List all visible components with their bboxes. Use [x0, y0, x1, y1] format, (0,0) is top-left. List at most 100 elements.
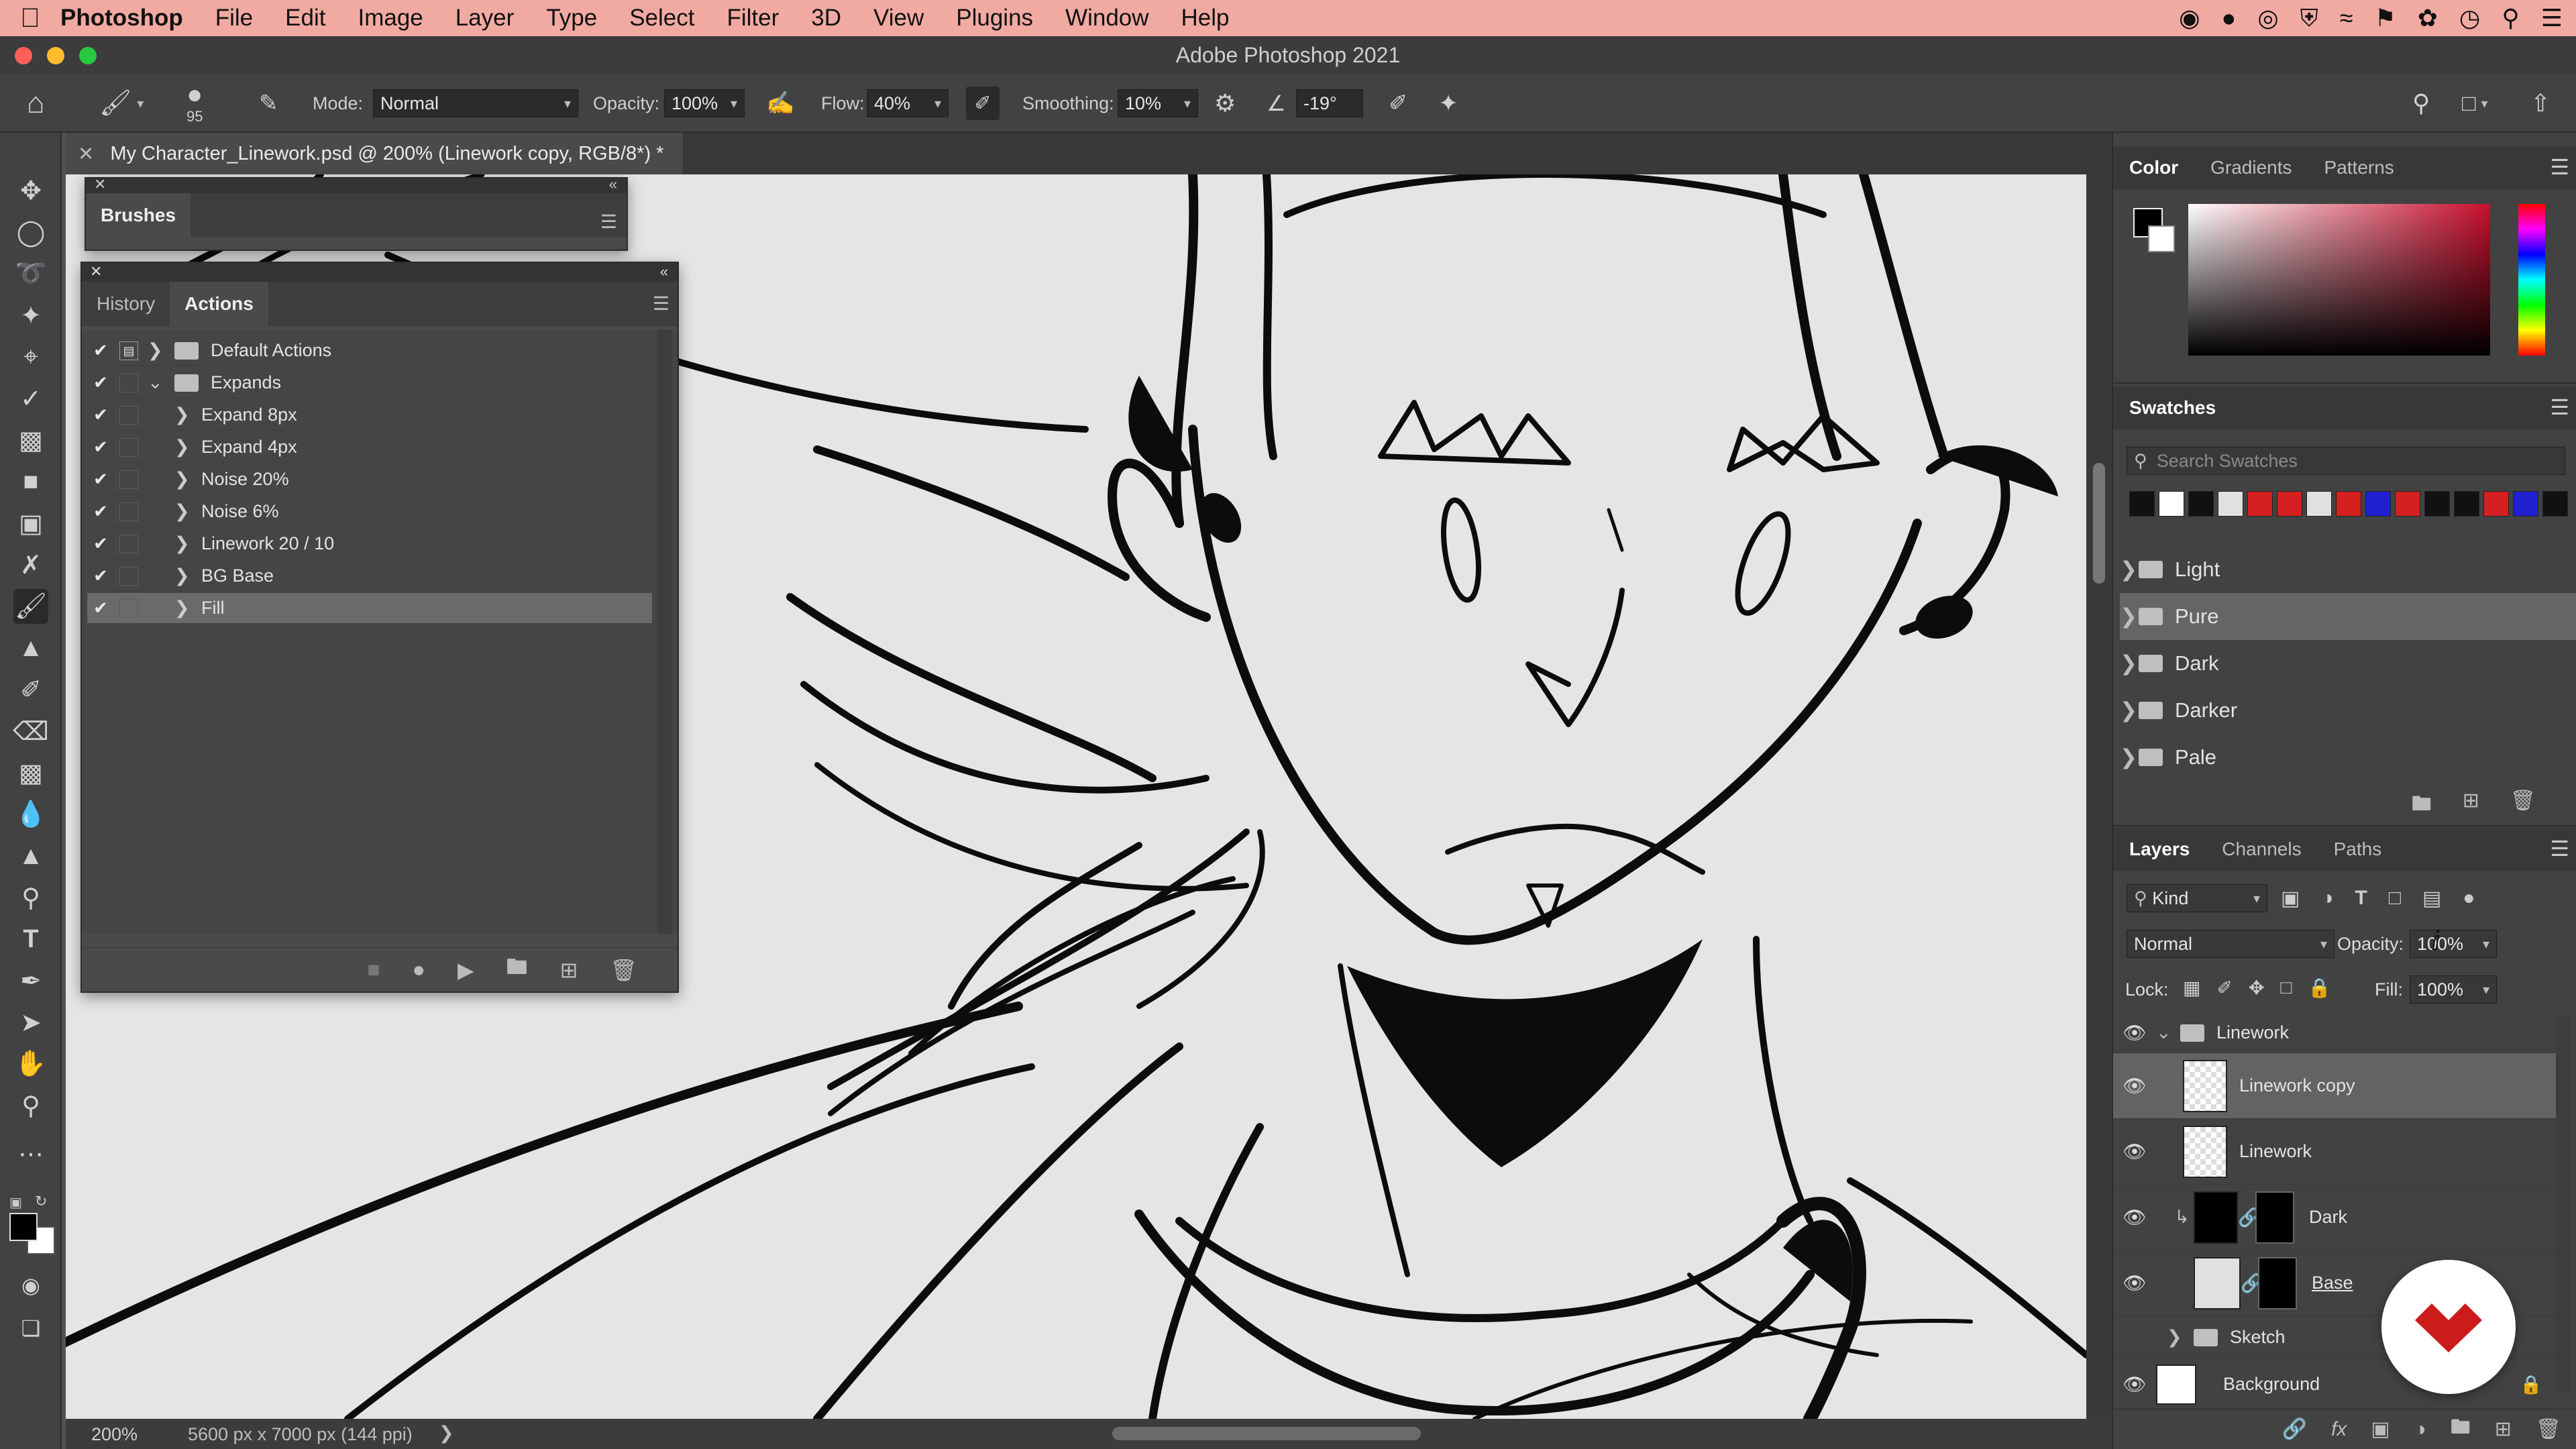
color-swatch[interactable] — [2513, 491, 2538, 517]
airbrush-icon[interactable]: ✐ — [966, 87, 1000, 120]
tab-patterns[interactable]: Patterns — [2308, 157, 2410, 178]
color-swatch[interactable] — [2188, 491, 2214, 517]
actions-panel-menu-icon[interactable]: ☰ — [653, 292, 669, 315]
blur-tool-icon[interactable]: 💧 — [13, 797, 48, 832]
toggle-checkmark-icon[interactable]: ✔ — [87, 566, 114, 586]
screen-mode-icon[interactable]: ❏ — [13, 1311, 48, 1346]
menu-layer[interactable]: Layer — [455, 5, 515, 32]
menu-select[interactable]: Select — [629, 5, 694, 32]
more-tools-icon[interactable]: ⋯ — [13, 1136, 48, 1171]
swatch-group-pale[interactable]: ❯ Pale — [2120, 734, 2576, 781]
clock-icon[interactable]: ◷ — [2459, 4, 2480, 32]
tab-brushes[interactable]: Brushes — [86, 193, 191, 237]
eye-icon[interactable]: 👁 — [2113, 1140, 2156, 1163]
pixel-filter-icon[interactable]: ▣ — [2281, 887, 2300, 910]
mode-select[interactable]: Normal ▾ — [373, 89, 578, 117]
vertical-scroll-thumb[interactable] — [2093, 463, 2105, 584]
swap-colors-icon[interactable]: ↻ — [35, 1193, 47, 1210]
blend-mode-select[interactable]: Normal ▾ — [2127, 930, 2334, 958]
tab-paths[interactable]: Paths — [2318, 839, 2398, 860]
close-window-button[interactable] — [15, 47, 32, 64]
search-icon[interactable]: ⚲ — [2502, 4, 2519, 32]
fx-icon[interactable]: fx — [2331, 1418, 2347, 1441]
expand-chevron-icon[interactable]: ❯ — [174, 501, 201, 522]
menu-view[interactable]: View — [873, 5, 924, 32]
delete-layer-icon[interactable]: 🗑 — [2536, 1417, 2561, 1441]
lasso-tool-icon[interactable]: ➰ — [13, 256, 48, 291]
new-action-icon[interactable]: ⊞ — [560, 957, 578, 983]
search-icon[interactable]: ⚲ — [2412, 74, 2430, 133]
brush-tool-icon[interactable]: 🖌 — [13, 589, 48, 624]
layer-row-selected[interactable]: 👁 Linework copy — [2113, 1053, 2556, 1119]
color-swatch[interactable] — [2454, 491, 2479, 517]
new-layer-icon[interactable]: ⊞ — [2495, 1417, 2512, 1441]
shape-filter-icon[interactable]: □ — [2389, 887, 2401, 910]
chevron-right-icon[interactable]: ❯ — [2120, 745, 2139, 769]
chevron-right-icon[interactable]: ❯ — [2167, 1327, 2194, 1348]
dialog-toggle-icon[interactable] — [119, 437, 138, 457]
expand-chevron-icon[interactable]: ❯ — [174, 405, 201, 425]
eye-icon[interactable]: 👁 — [2113, 1373, 2156, 1395]
color-swatch[interactable] — [2129, 491, 2155, 517]
close-document-icon[interactable]: ✕ — [78, 142, 94, 166]
zoom-tool-icon[interactable]: ⚲ — [13, 1088, 48, 1123]
menu-window[interactable]: Window — [1065, 5, 1148, 32]
action-row[interactable]: ✔ ❯ Noise 6% — [87, 496, 652, 527]
toggle-checkmark-icon[interactable]: ✔ — [87, 501, 114, 522]
filter-toggle-icon[interactable]: ● — [2463, 887, 2475, 910]
color-swatch[interactable] — [2336, 491, 2361, 517]
angle-field[interactable]: -19° — [1296, 89, 1363, 117]
eye-icon[interactable]: 👁 — [2113, 1022, 2156, 1044]
action-set-row[interactable]: ✔ ▤ ❯ Default Actions — [87, 335, 652, 366]
share-icon[interactable]: ⇧ — [2530, 74, 2551, 133]
dialog-toggle-icon[interactable] — [119, 566, 138, 586]
mail-icon[interactable]: ◎ — [2257, 4, 2278, 32]
stop-recording-icon[interactable]: ■ — [367, 957, 380, 982]
layer-opacity-field[interactable]: 100% ▾ — [2410, 930, 2497, 958]
action-set-row[interactable]: ✔ ⌄ Expands — [87, 368, 652, 398]
smart-object-filter-icon[interactable]: ▤ — [2422, 887, 2441, 910]
apple-icon[interactable]:  — [20, 3, 60, 34]
action-row-selected[interactable]: ✔ ❯ Fill — [87, 593, 652, 624]
cloud-sync-icon[interactable]: ● — [2222, 4, 2237, 32]
lock-position-icon[interactable]: ✥ — [2249, 977, 2264, 999]
color-field[interactable] — [2188, 204, 2490, 356]
chevron-right-icon[interactable]: ❯ — [2120, 698, 2139, 722]
action-row[interactable]: ✔ ❯ Expand 8px — [87, 400, 652, 431]
expand-chevron-down-icon[interactable]: ⌄ — [148, 372, 174, 393]
toggle-checkmark-icon[interactable]: ✔ — [87, 340, 114, 361]
dialog-toggle-icon[interactable] — [119, 502, 138, 521]
frame-tool-icon[interactable]: ▣ — [13, 506, 48, 541]
adjustment-filter-icon[interactable]: ◑ — [2321, 887, 2333, 910]
layer-mask-thumbnail[interactable] — [2258, 1256, 2297, 1309]
minimize-window-button[interactable] — [47, 47, 64, 64]
shield-icon[interactable]: ⛨ — [2300, 4, 2318, 33]
default-colors-icon[interactable]: ▣ — [9, 1194, 24, 1210]
dialog-toggle-icon[interactable]: ▤ — [119, 341, 138, 360]
pressure-opacity-icon[interactable]: ✍ — [766, 74, 794, 133]
swatch-group-pure[interactable]: ❯ Pure — [2120, 593, 2576, 640]
eyedropper-tool-icon[interactable]: ✓ — [13, 381, 48, 416]
action-row[interactable]: ✔ ❯ BG Base — [87, 561, 652, 592]
spot-healing-tool-icon[interactable]: ▩ — [13, 423, 48, 458]
sharpen-tool-icon[interactable]: ▲ — [13, 839, 48, 873]
flow-field[interactable]: 40% ▾ — [867, 89, 949, 117]
color-swatch[interactable] — [2424, 491, 2450, 517]
expand-chevron-icon[interactable]: ❯ — [174, 469, 201, 490]
brush-size-picker[interactable]: ● 95 — [186, 74, 203, 133]
expand-chevron-icon[interactable]: ❯ — [148, 340, 174, 361]
layer-mask-thumbnail[interactable] — [2255, 1191, 2294, 1244]
history-brush-tool-icon[interactable]: ✐ — [13, 672, 48, 707]
swatch-group-light[interactable]: ❯ Light — [2120, 546, 2576, 593]
close-actions-panel-icon[interactable]: ✕ — [90, 263, 102, 280]
menu-3d[interactable]: 3D — [811, 5, 841, 32]
color-swatch[interactable] — [2277, 491, 2302, 517]
horizontal-scroll-thumb[interactable] — [1112, 1427, 1421, 1440]
tab-color[interactable]: Color — [2113, 157, 2194, 178]
color-swatch[interactable] — [2218, 491, 2243, 517]
adjustment-layer-icon[interactable]: ◑ — [2414, 1418, 2426, 1441]
crop-tool-icon[interactable]: ⌖ — [13, 339, 48, 374]
color-swatch[interactable] — [2306, 491, 2332, 517]
chevron-down-icon[interactable]: ⌄ — [2156, 1022, 2180, 1043]
lock-image-brush-icon[interactable]: ✐ — [2216, 977, 2232, 999]
